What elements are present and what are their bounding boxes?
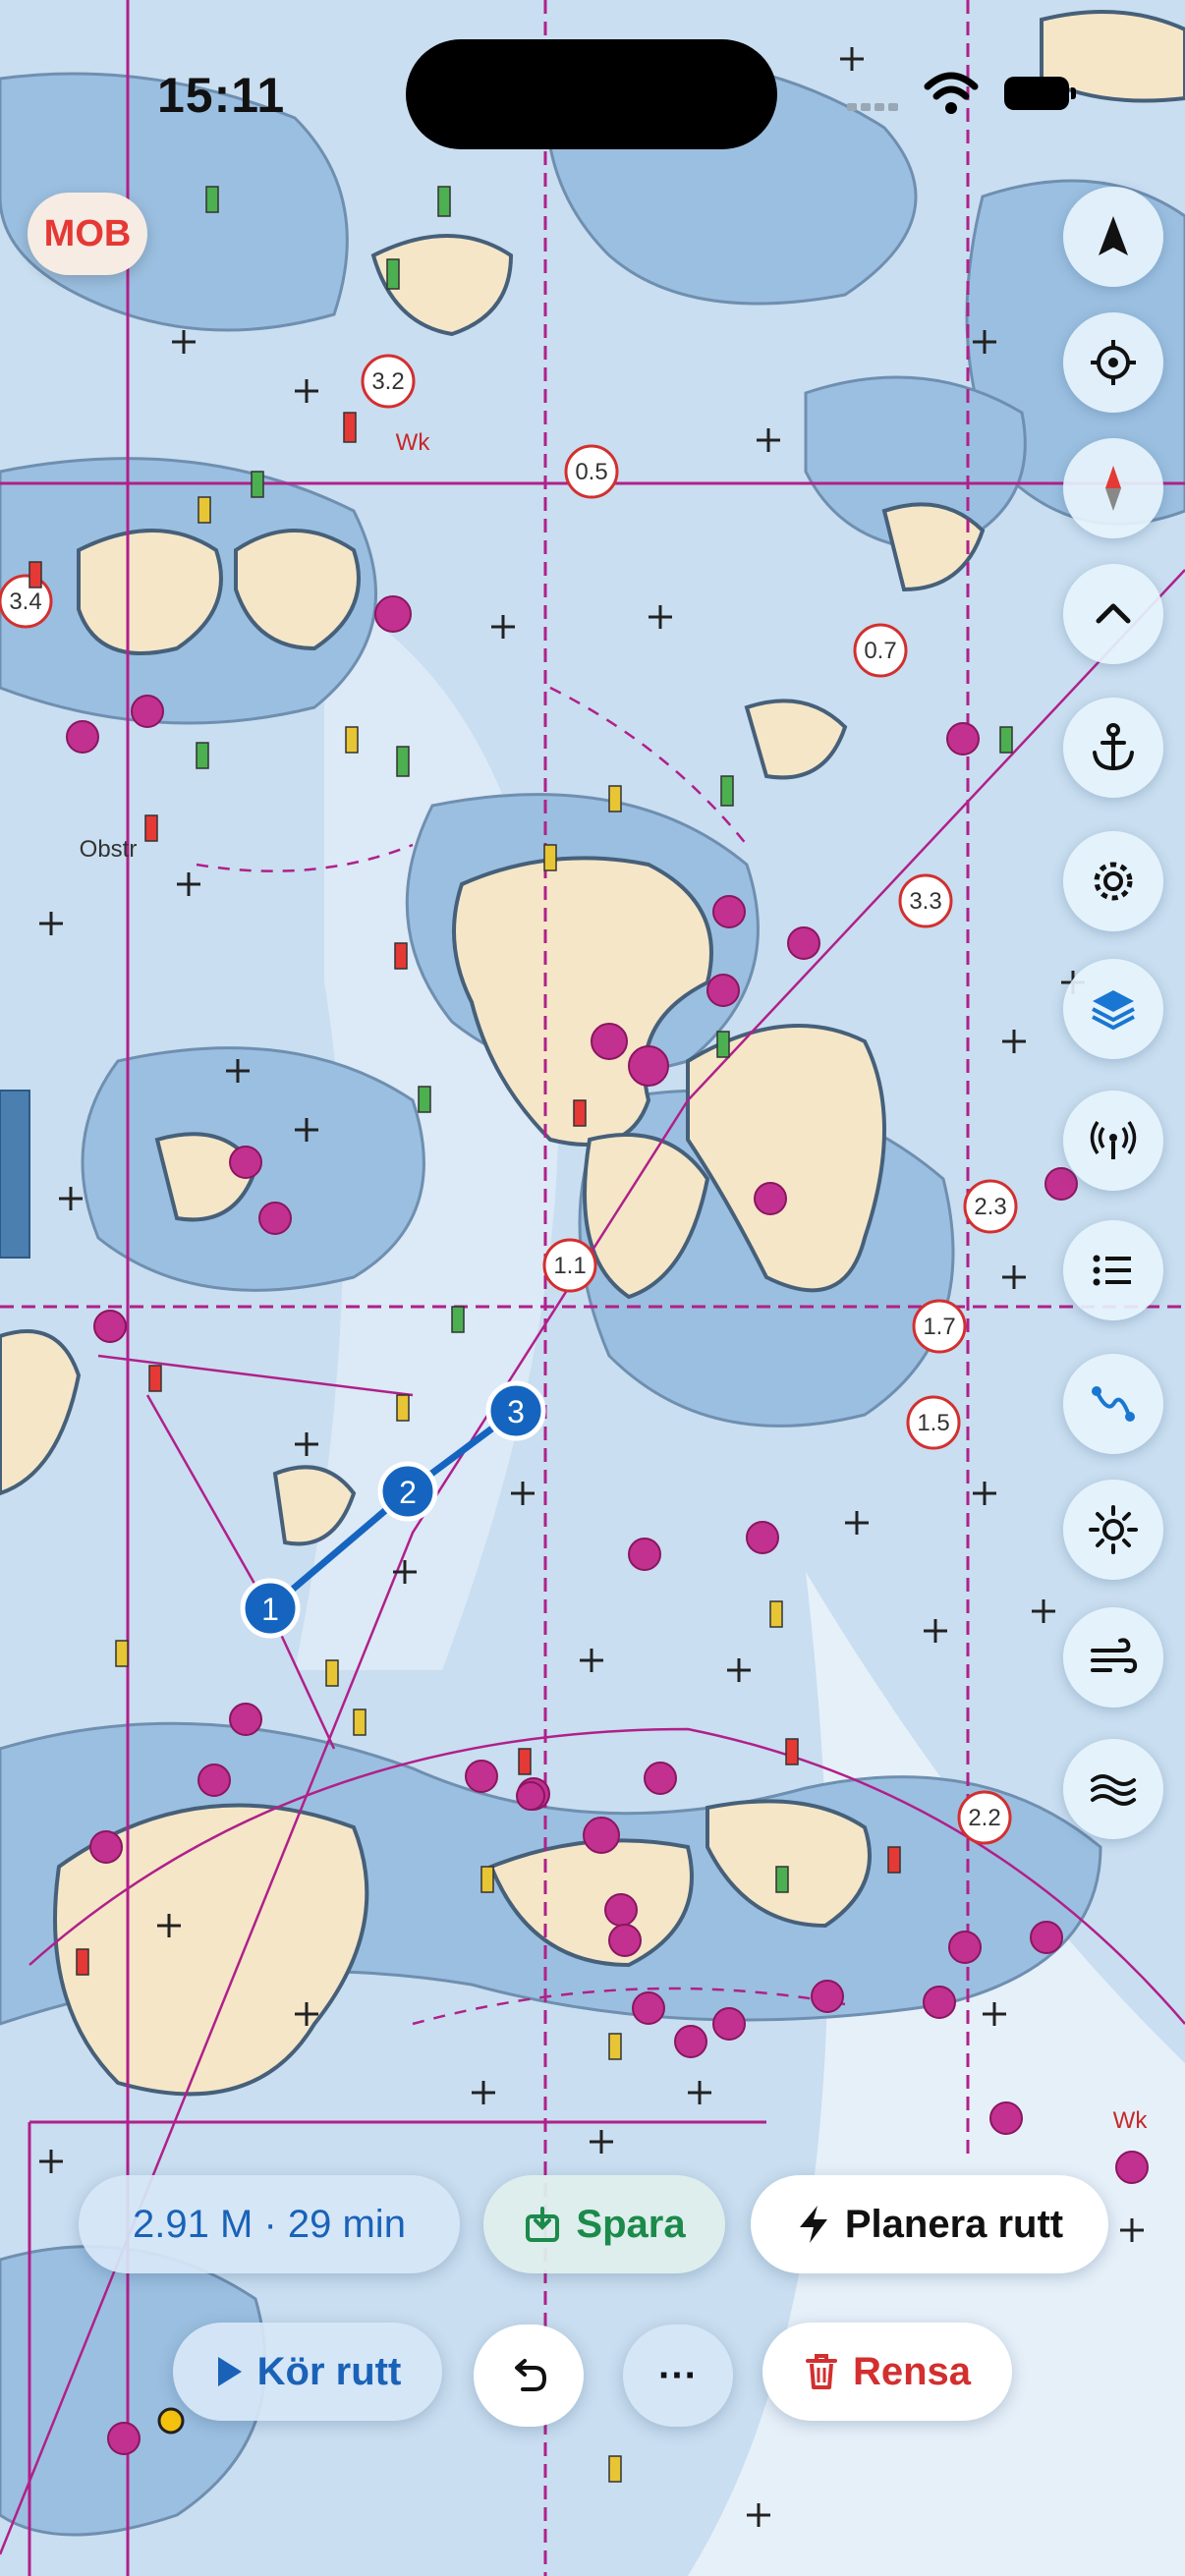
depth-label: 2.2 xyxy=(968,1805,1000,1831)
dynamic-island xyxy=(406,39,777,149)
depth-label: 3.3 xyxy=(909,888,941,915)
depth-label: 1.1 xyxy=(553,1253,586,1279)
locate-icon xyxy=(1091,340,1136,385)
route-summary: 2.91 M · 29 min xyxy=(79,2175,460,2273)
navigation-icon xyxy=(1099,216,1128,255)
depth-label: 3.2 xyxy=(371,368,404,395)
mob-label: MOB xyxy=(43,212,132,254)
wind-icon xyxy=(1091,1638,1138,1673)
battery-icon xyxy=(1004,77,1076,110)
gear-icon xyxy=(1094,862,1133,901)
save-label: Spara xyxy=(576,2202,686,2246)
route-waypoint[interactable]: 2 xyxy=(377,1461,438,1522)
depth-label: 2.3 xyxy=(974,1194,1006,1220)
route-waypoint[interactable]: 3 xyxy=(485,1380,546,1441)
clear-button[interactable]: Rensa xyxy=(762,2323,1012,2421)
lightning-icon xyxy=(796,2204,831,2245)
plan-route-label: Planera rutt xyxy=(844,2202,1064,2246)
plan-route-button[interactable]: Planera rutt xyxy=(751,2175,1108,2273)
antenna-icon xyxy=(1090,1121,1137,1159)
vessel-position-marker xyxy=(157,2407,185,2435)
depth-label: 1.5 xyxy=(917,1410,949,1436)
anchor-icon xyxy=(1093,723,1134,771)
list-button[interactable] xyxy=(1063,1220,1163,1320)
depth-label: 3.4 xyxy=(9,588,41,615)
svg-text:3: 3 xyxy=(507,1394,525,1429)
settings-button[interactable] xyxy=(1063,831,1163,931)
compass-icon xyxy=(1105,466,1121,511)
layers-icon xyxy=(1092,990,1135,1031)
depth-label: 1.7 xyxy=(923,1314,955,1340)
save-icon xyxy=(523,2205,562,2244)
wreck-label: Wk xyxy=(1113,2107,1149,2134)
more-button[interactable]: ··· xyxy=(623,2324,733,2427)
sun-icon xyxy=(1089,1505,1138,1554)
layers-button[interactable] xyxy=(1063,959,1163,1059)
undo-button[interactable] xyxy=(474,2324,584,2427)
wreck-label: Wk xyxy=(396,429,431,456)
wind-button[interactable] xyxy=(1063,1607,1163,1708)
route-summary-text: 2.91 M · 29 min xyxy=(133,2202,406,2246)
play-icon xyxy=(214,2355,244,2388)
depth-label: 0.5 xyxy=(575,459,607,485)
save-button[interactable]: Spara xyxy=(483,2175,725,2273)
chevron-up-icon xyxy=(1096,603,1131,624)
status-bar: 15:11 xyxy=(0,0,1185,196)
ais-button[interactable] xyxy=(1063,1091,1163,1191)
navigation-button[interactable] xyxy=(1063,187,1163,287)
wifi-icon xyxy=(924,72,979,114)
more-label: ··· xyxy=(658,2353,698,2397)
collapse-button[interactable] xyxy=(1063,564,1163,664)
list-icon xyxy=(1093,1255,1131,1286)
route-button[interactable] xyxy=(1063,1354,1163,1454)
trash-icon xyxy=(804,2352,839,2391)
compass-button[interactable] xyxy=(1063,438,1163,538)
depth-label: 0.7 xyxy=(864,638,896,664)
undo-icon xyxy=(515,2359,547,2391)
route-waypoint[interactable]: 1 xyxy=(240,1578,301,1639)
status-time: 15:11 xyxy=(157,68,286,123)
run-route-button[interactable]: Kör rutt xyxy=(173,2323,442,2421)
waves-button[interactable] xyxy=(1063,1739,1163,1839)
brightness-button[interactable] xyxy=(1063,1480,1163,1580)
cellular-signal-icon xyxy=(847,98,902,116)
svg-text:1: 1 xyxy=(261,1592,279,1627)
obstruction-label: Obstr xyxy=(80,836,138,863)
route-icon xyxy=(1092,1386,1135,1422)
waves-icon xyxy=(1091,1774,1136,1806)
mob-button[interactable]: MOB xyxy=(28,193,147,275)
run-route-label: Kör rutt xyxy=(256,2349,402,2393)
svg-text:2: 2 xyxy=(399,1475,417,1510)
locate-button[interactable] xyxy=(1063,312,1163,413)
anchor-button[interactable] xyxy=(1063,698,1163,798)
clear-label: Rensa xyxy=(852,2349,972,2393)
